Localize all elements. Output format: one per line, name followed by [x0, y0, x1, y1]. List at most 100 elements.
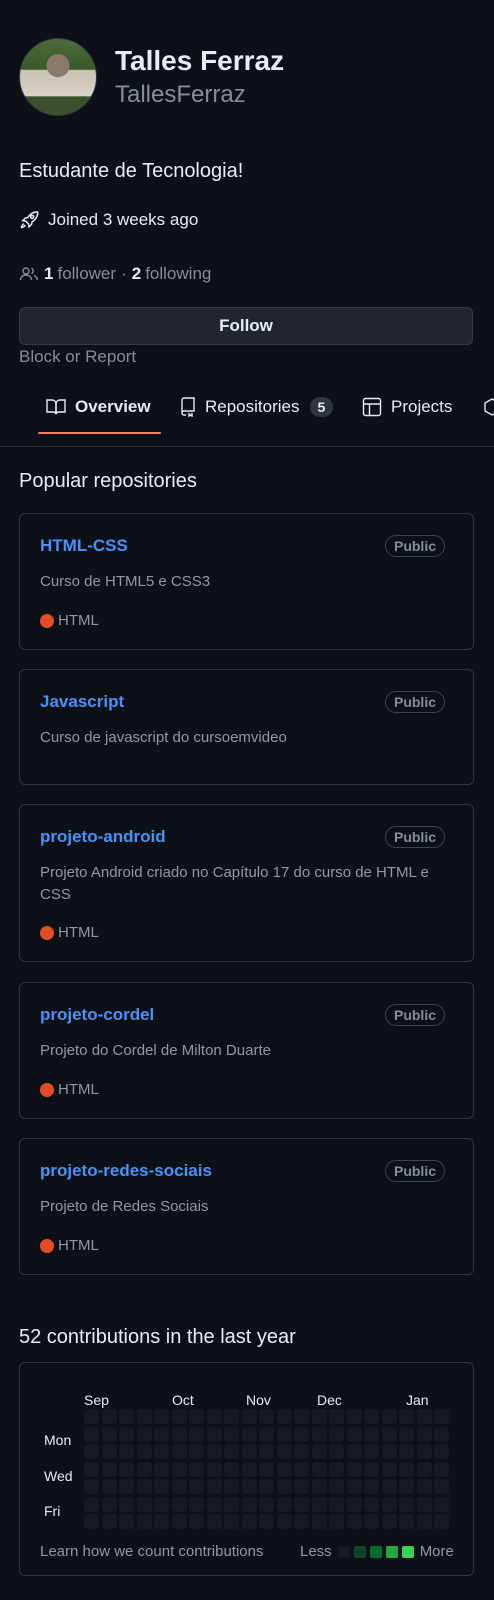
contribution-cell[interactable]	[154, 1426, 169, 1442]
contribution-cell[interactable]	[346, 1479, 362, 1494]
contribution-cell[interactable]	[311, 1426, 327, 1442]
contribution-cell[interactable]	[329, 1479, 344, 1494]
contribution-cell[interactable]	[241, 1496, 257, 1512]
contribution-cell[interactable]	[311, 1479, 327, 1494]
contribution-cell[interactable]	[171, 1461, 187, 1477]
contribution-cell[interactable]	[189, 1514, 204, 1529]
contribution-cell[interactable]	[416, 1426, 432, 1442]
contribution-cell[interactable]	[189, 1426, 204, 1442]
contribution-cell[interactable]	[241, 1461, 257, 1477]
contribution-cell[interactable]	[346, 1461, 362, 1477]
repo-link[interactable]: HTML-CSS	[40, 536, 128, 556]
contribution-cell[interactable]	[381, 1426, 397, 1442]
contribution-cell[interactable]	[136, 1479, 152, 1494]
contribution-cell[interactable]	[119, 1426, 134, 1442]
contribution-cell[interactable]	[171, 1514, 187, 1529]
contribution-cell[interactable]	[311, 1496, 327, 1512]
contribution-cell[interactable]	[171, 1409, 187, 1424]
contribution-cell[interactable]	[224, 1479, 239, 1494]
contribution-cell[interactable]	[434, 1514, 449, 1529]
contribution-cell[interactable]	[259, 1479, 274, 1494]
followers-label[interactable]: follower	[57, 264, 116, 284]
contribution-cell[interactable]	[241, 1409, 257, 1424]
contribution-cell[interactable]	[241, 1426, 257, 1442]
contribution-cell[interactable]	[346, 1409, 362, 1424]
contribution-cell[interactable]	[364, 1444, 379, 1459]
contribution-cell[interactable]	[294, 1409, 309, 1424]
contribution-cell[interactable]	[329, 1444, 344, 1459]
contribution-cell[interactable]	[154, 1496, 169, 1512]
contribution-cell[interactable]	[119, 1409, 134, 1424]
contribution-cell[interactable]	[276, 1479, 292, 1494]
contribution-cell[interactable]	[416, 1496, 432, 1512]
contribution-cell[interactable]	[294, 1444, 309, 1459]
contribution-cell[interactable]	[101, 1514, 117, 1529]
contribution-cell[interactable]	[259, 1461, 274, 1477]
contribution-cell[interactable]	[136, 1514, 152, 1529]
learn-contributions-link[interactable]: Learn how we count contributions	[40, 1543, 263, 1560]
contribution-cell[interactable]	[224, 1496, 239, 1512]
contribution-cell[interactable]	[276, 1461, 292, 1477]
contribution-cell[interactable]	[224, 1426, 239, 1442]
contribution-cell[interactable]	[364, 1409, 379, 1424]
contribution-cell[interactable]	[119, 1514, 134, 1529]
contribution-cell[interactable]	[206, 1426, 222, 1442]
contribution-cell[interactable]	[346, 1514, 362, 1529]
contribution-cell[interactable]	[154, 1444, 169, 1459]
contribution-cell[interactable]	[364, 1496, 379, 1512]
contribution-cell[interactable]	[294, 1496, 309, 1512]
contribution-cell[interactable]	[416, 1461, 432, 1477]
contribution-cell[interactable]	[276, 1496, 292, 1512]
contribution-cell[interactable]	[346, 1444, 362, 1459]
contribution-cell[interactable]	[416, 1514, 432, 1529]
contribution-cell[interactable]	[294, 1514, 309, 1529]
contribution-cell[interactable]	[84, 1444, 99, 1459]
contribution-cell[interactable]	[381, 1496, 397, 1512]
block-or-report-link[interactable]: Block or Report	[19, 347, 136, 367]
contribution-cell[interactable]	[399, 1479, 414, 1494]
contribution-cell[interactable]	[154, 1461, 169, 1477]
contribution-cell[interactable]	[434, 1409, 449, 1424]
contribution-cell[interactable]	[259, 1444, 274, 1459]
repo-link[interactable]: Javascript	[40, 692, 124, 712]
contribution-cell[interactable]	[136, 1461, 152, 1477]
contribution-cell[interactable]	[399, 1409, 414, 1424]
contribution-cell[interactable]	[206, 1514, 222, 1529]
contribution-cell[interactable]	[346, 1426, 362, 1442]
contribution-cell[interactable]	[101, 1461, 117, 1477]
follow-button[interactable]: Follow	[19, 307, 473, 345]
contribution-cell[interactable]	[206, 1444, 222, 1459]
contribution-cell[interactable]	[434, 1479, 449, 1494]
contribution-cell[interactable]	[84, 1514, 99, 1529]
contribution-cell[interactable]	[276, 1426, 292, 1442]
contribution-cell[interactable]	[154, 1514, 169, 1529]
avatar[interactable]	[19, 38, 97, 116]
contribution-cell[interactable]	[119, 1496, 134, 1512]
contribution-cell[interactable]	[329, 1461, 344, 1477]
contribution-cell[interactable]	[416, 1444, 432, 1459]
contribution-cell[interactable]	[434, 1426, 449, 1442]
contribution-cell[interactable]	[259, 1426, 274, 1442]
contribution-cell[interactable]	[416, 1479, 432, 1494]
contribution-cell[interactable]	[399, 1496, 414, 1512]
contribution-cell[interactable]	[434, 1496, 449, 1512]
contribution-cell[interactable]	[224, 1409, 239, 1424]
contribution-cell[interactable]	[119, 1444, 134, 1459]
contribution-cell[interactable]	[381, 1409, 397, 1424]
contribution-cell[interactable]	[399, 1444, 414, 1459]
contribution-cell[interactable]	[364, 1426, 379, 1442]
contribution-cell[interactable]	[136, 1496, 152, 1512]
following-count[interactable]: 2	[132, 264, 141, 284]
contribution-cell[interactable]	[364, 1461, 379, 1477]
contribution-cell[interactable]	[171, 1444, 187, 1459]
contribution-cell[interactable]	[101, 1426, 117, 1442]
contribution-cell[interactable]	[101, 1496, 117, 1512]
contribution-cell[interactable]	[189, 1409, 204, 1424]
contribution-cell[interactable]	[101, 1409, 117, 1424]
contribution-cell[interactable]	[154, 1409, 169, 1424]
contribution-cell[interactable]	[136, 1409, 152, 1424]
contribution-cell[interactable]	[171, 1426, 187, 1442]
contribution-cell[interactable]	[84, 1426, 99, 1442]
contribution-cell[interactable]	[311, 1409, 327, 1424]
contribution-cell[interactable]	[399, 1514, 414, 1529]
